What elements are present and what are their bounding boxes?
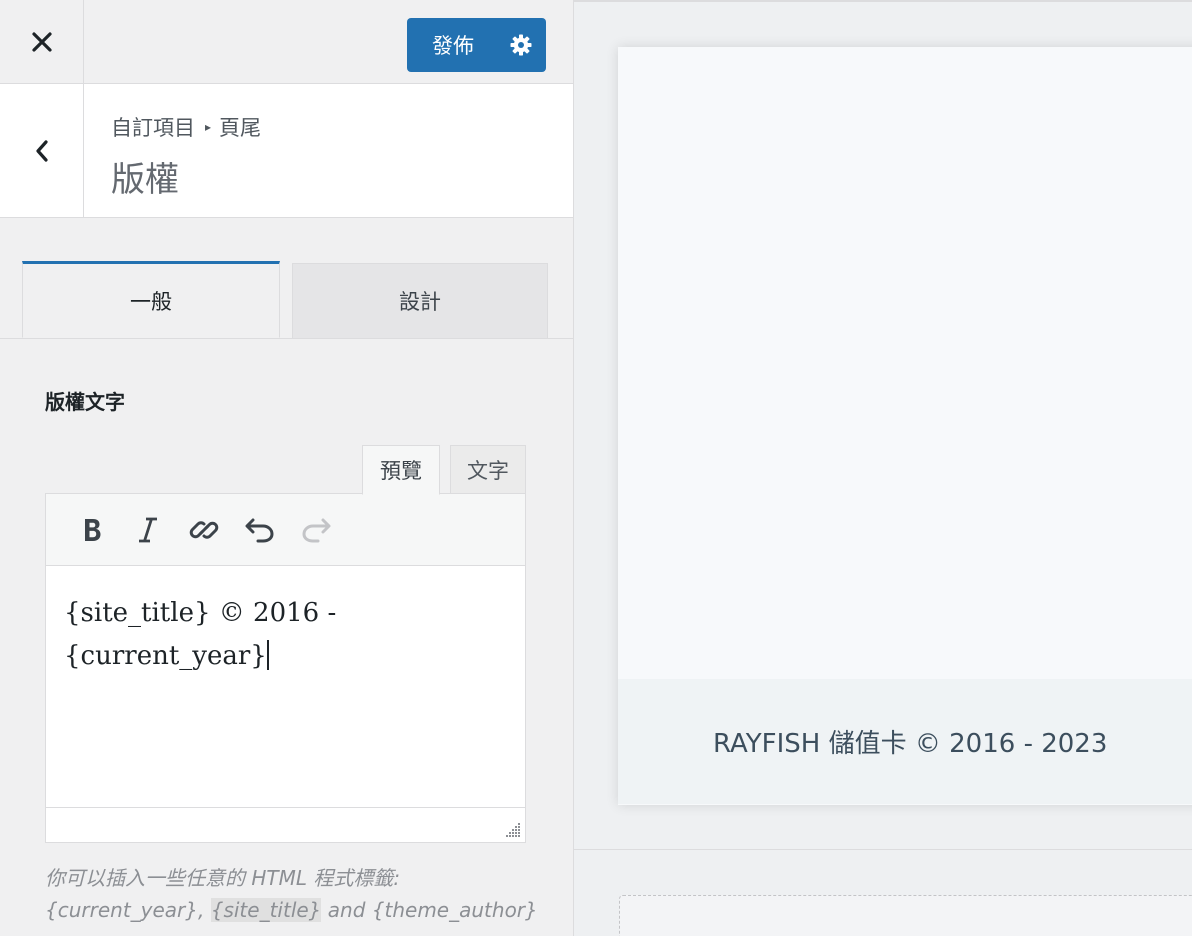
preview-placeholder-box bbox=[619, 895, 1192, 936]
undo-button[interactable] bbox=[232, 505, 288, 555]
resize-handle-icon[interactable] bbox=[505, 822, 521, 838]
editor-tab-visual[interactable]: 預覽 bbox=[362, 445, 440, 495]
site-preview: RAYFISH 儲值卡 © 2016 - 2023 bbox=[574, 0, 1192, 936]
editor-toolbar bbox=[46, 494, 525, 566]
section-header: 自訂項目 ▸ 頁尾 版權 bbox=[0, 84, 573, 218]
redo-icon bbox=[302, 518, 331, 542]
settings-tabs: 一般 設計 bbox=[0, 218, 573, 339]
text-caret bbox=[266, 640, 269, 670]
publish-button[interactable]: 發佈 bbox=[407, 18, 495, 72]
breadcrumb: 自訂項目 ▸ 頁尾 bbox=[111, 112, 261, 142]
link-button[interactable] bbox=[176, 505, 232, 555]
redo-button[interactable] bbox=[288, 505, 344, 555]
bold-icon bbox=[85, 518, 101, 541]
editor-statusbar bbox=[46, 807, 525, 842]
help-tags-line: {current_year}, {site_title} and {theme_… bbox=[45, 894, 545, 926]
help-tag-theme-author: {theme_author} bbox=[371, 898, 538, 922]
publish-button-group: 發佈 bbox=[407, 18, 546, 72]
italic-icon bbox=[139, 517, 157, 542]
breadcrumb-root: 自訂項目 bbox=[111, 116, 195, 140]
close-icon bbox=[31, 31, 52, 52]
preview-page: RAYFISH 儲值卡 © 2016 - 2023 bbox=[618, 47, 1192, 805]
preview-divider bbox=[574, 849, 1192, 850]
editor-line: {current_year} bbox=[64, 641, 267, 671]
breadcrumb-separator-icon: ▸ bbox=[205, 120, 212, 134]
publish-settings-button[interactable] bbox=[495, 18, 546, 72]
editor-content[interactable]: {site_title} © 2016 - {current_year} bbox=[46, 566, 525, 808]
editor-tab-text[interactable]: 文字 bbox=[450, 445, 526, 494]
bold-button[interactable] bbox=[64, 505, 120, 555]
breadcrumb-current: 頁尾 bbox=[219, 116, 262, 140]
section-title: 版權 bbox=[111, 160, 179, 200]
link-icon bbox=[189, 520, 219, 539]
editor-line: {site_title} © 2016 - bbox=[64, 598, 337, 628]
help-tag-current-year: {current_year}, bbox=[45, 898, 205, 922]
help-text: 你可以插入一些任意的 HTML 程式標籤: bbox=[45, 866, 401, 890]
help-tag-site-title: {site_title} bbox=[210, 898, 322, 922]
customizer-sidebar: 發佈 自訂項目 ▸ 頁尾 版權 一般 設計 版權文字 預覽 文字 {site_t… bbox=[0, 0, 574, 936]
italic-button[interactable] bbox=[120, 505, 176, 555]
help-description: 你可以插入一些任意的 HTML 程式標籤: {current_year}, {s… bbox=[45, 862, 545, 926]
back-button[interactable] bbox=[0, 84, 84, 217]
editor-line-with-caret: {current_year} bbox=[64, 635, 507, 678]
preview-footer: RAYFISH 儲值卡 © 2016 - 2023 bbox=[618, 679, 1192, 804]
copyright-text-label: 版權文字 bbox=[45, 390, 125, 414]
tab-design[interactable]: 設計 bbox=[292, 263, 548, 339]
customizer-topbar: 發佈 bbox=[0, 0, 573, 84]
close-customizer-button[interactable] bbox=[0, 0, 84, 83]
footer-copyright-text: RAYFISH 儲值卡 © 2016 - 2023 bbox=[713, 729, 1108, 759]
help-and: and bbox=[327, 898, 366, 922]
undo-icon bbox=[245, 518, 274, 542]
gear-icon bbox=[510, 34, 531, 56]
tab-general[interactable]: 一般 bbox=[22, 261, 280, 338]
copyright-editor: {site_title} © 2016 - {current_year} bbox=[45, 493, 526, 843]
chevron-left-icon bbox=[35, 139, 48, 162]
